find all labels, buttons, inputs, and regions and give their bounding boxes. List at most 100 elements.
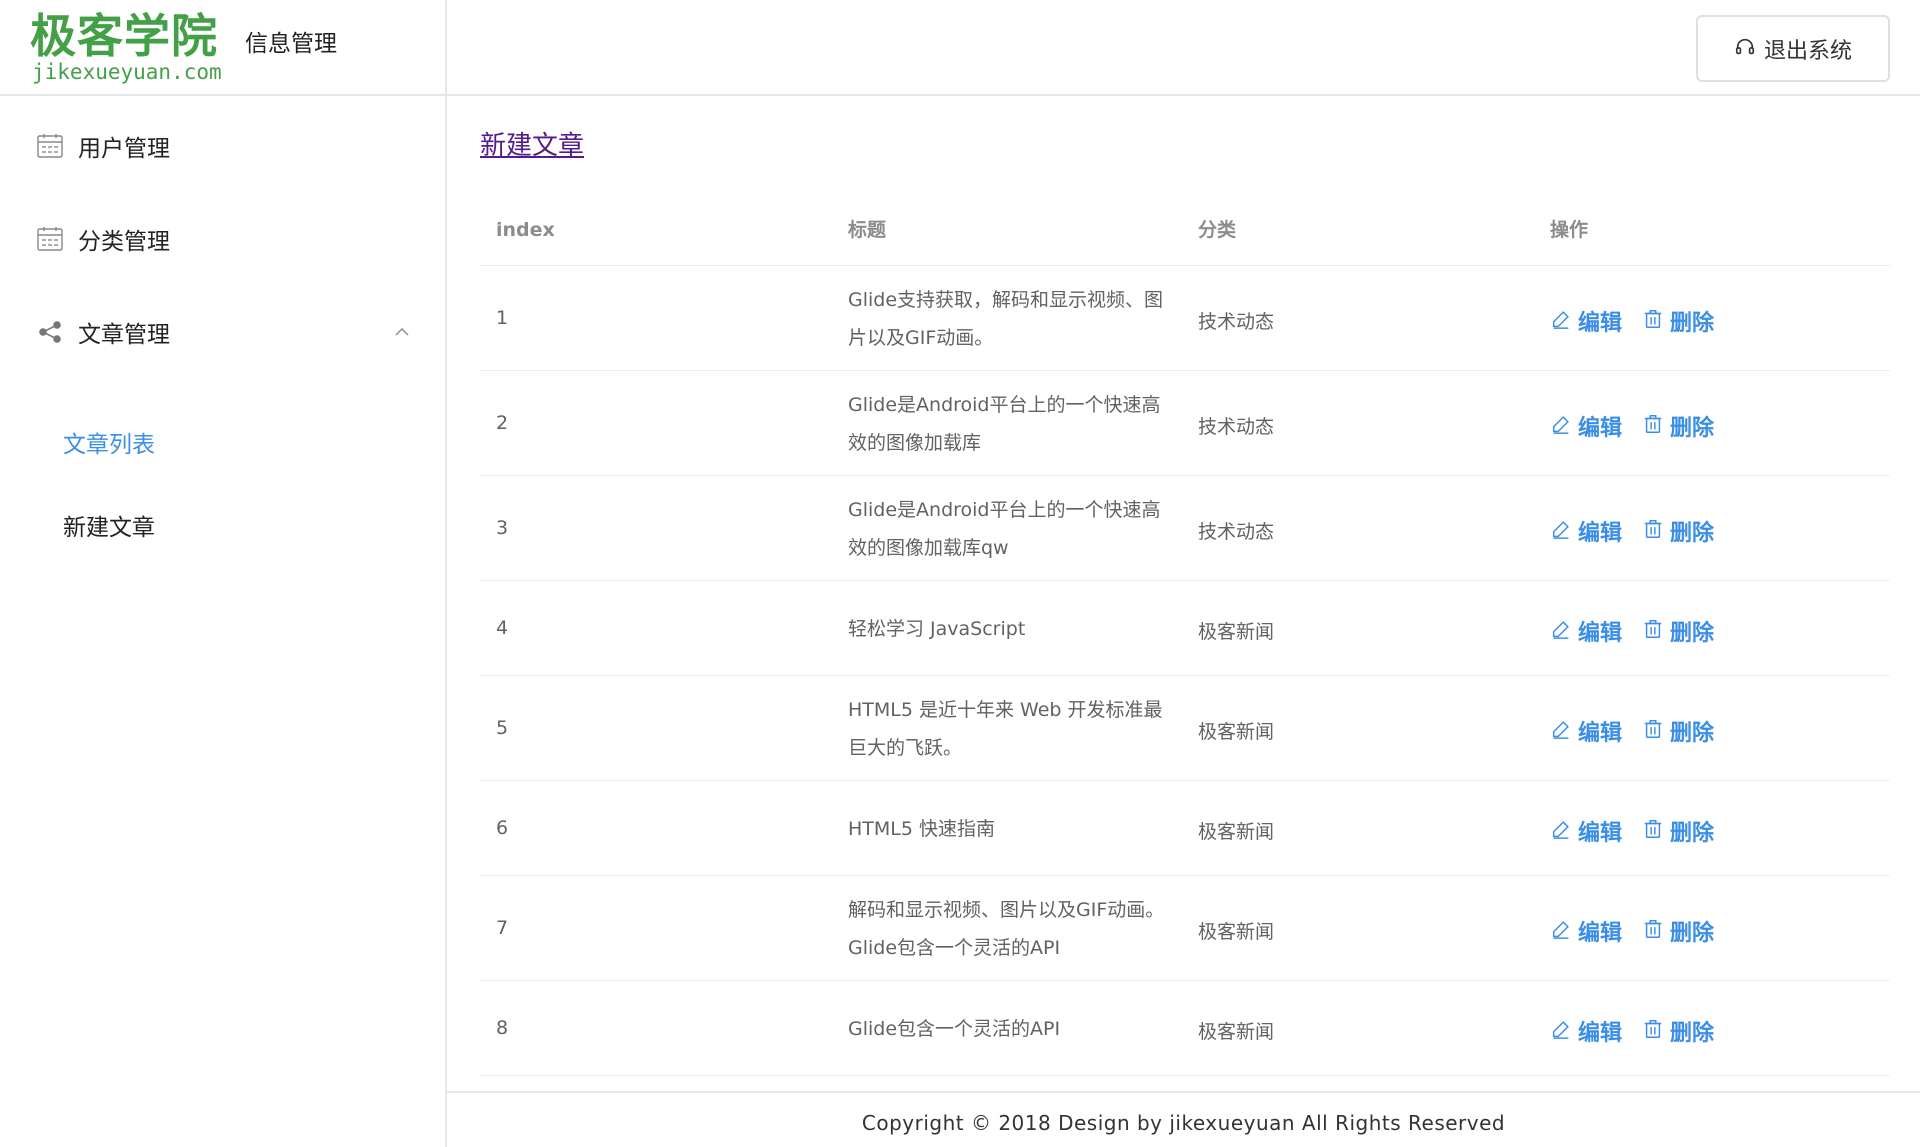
- cell-title: Glide包含一个灵活的API: [848, 991, 1168, 1067]
- edit-label: 编辑: [1578, 720, 1623, 746]
- table-row: 4 轻松学习 JavaScript 极客新闻 编辑 删除: [480, 581, 1890, 676]
- trash-icon: [1642, 818, 1664, 844]
- sidebar-item-users[interactable]: 用户管理: [0, 106, 445, 186]
- row-actions: 编辑 删除: [1550, 715, 1734, 747]
- table-row: 8 Glide包含一个灵活的API 极客新闻 编辑 删除: [480, 981, 1890, 1076]
- edit-label: 编辑: [1578, 520, 1623, 546]
- cell-title: 轻松学习 JavaScript: [848, 591, 1168, 667]
- cell-index: 4: [496, 616, 509, 639]
- sidebar-subitem-article-list[interactable]: 文章列表: [0, 407, 445, 477]
- table-body: 1 Glide支持获取，解码和显示视频、图片以及GIF动画。 技术动态 编辑 删除 2 Gl…: [480, 266, 1890, 1076]
- edit-button[interactable]: 编辑: [1550, 715, 1622, 747]
- column-header-title: 标题: [848, 219, 887, 241]
- edit-icon: [1550, 1018, 1572, 1044]
- delete-button[interactable]: 删除: [1642, 515, 1714, 547]
- row-actions: 编辑 删除: [1550, 305, 1734, 337]
- calendar-icon: [37, 227, 63, 251]
- edit-icon: [1550, 413, 1572, 439]
- delete-button[interactable]: 删除: [1642, 715, 1714, 747]
- app-title: 信息管理: [245, 31, 337, 57]
- sidebar-subitem-new-article[interactable]: 新建文章: [0, 490, 445, 560]
- column-header-index: index: [496, 219, 555, 241]
- cell-index: 2: [496, 411, 509, 434]
- cell-title-text: Glide支持获取，解码和显示视频、图片以及GIF动画。: [848, 288, 1164, 349]
- sidebar-item-label: 用户管理: [78, 136, 170, 162]
- headset-icon: [1734, 36, 1756, 62]
- delete-label: 删除: [1670, 1020, 1715, 1046]
- logo[interactable]: 极客学院 jikexueyuan.com: [30, 10, 222, 84]
- copyright-text: Copyright © 2018 Design by jikexueyuan A…: [861, 1111, 1506, 1135]
- edit-button[interactable]: 编辑: [1550, 1015, 1622, 1047]
- sidebar: 用户管理 分类管理 文章管理 文章列表 新建文章: [0, 96, 447, 1147]
- edit-label: 编辑: [1578, 820, 1623, 846]
- edit-button[interactable]: 编辑: [1550, 915, 1622, 947]
- edit-icon: [1550, 518, 1572, 544]
- top-header: 极客学院 jikexueyuan.com 信息管理 退出系统: [0, 0, 1920, 96]
- cell-title-text: HTML5 快速指南: [848, 817, 995, 840]
- column-header-category: 分类: [1198, 219, 1237, 241]
- cell-title-text: 解码和显示视频、图片以及GIF动画。Glide包含一个灵活的API: [848, 898, 1165, 959]
- cell-title-text: Glide是Android平台上的一个快速高效的图像加载库qw: [848, 498, 1161, 559]
- sidebar-subitem-label: 文章列表: [63, 432, 155, 458]
- edit-icon: [1550, 618, 1572, 644]
- articles-table: index 标题 分类 操作 1 Glide支持获取，解码和显示视频、图片以及GI…: [480, 216, 1890, 1076]
- edit-button[interactable]: 编辑: [1550, 410, 1622, 442]
- row-actions: 编辑 删除: [1550, 410, 1734, 442]
- delete-label: 删除: [1670, 415, 1715, 441]
- delete-label: 删除: [1670, 820, 1715, 846]
- delete-label: 删除: [1670, 620, 1715, 646]
- header-divider: [445, 0, 447, 96]
- edit-button[interactable]: 编辑: [1550, 305, 1622, 337]
- cell-title-text: HTML5 是近十年来 Web 开发标准最巨大的飞跃。: [848, 698, 1163, 759]
- edit-button[interactable]: 编辑: [1550, 515, 1622, 547]
- delete-button[interactable]: 删除: [1642, 815, 1714, 847]
- table-row: 5 HTML5 是近十年来 Web 开发标准最巨大的飞跃。 极客新闻 编辑 删除: [480, 676, 1890, 781]
- row-actions: 编辑 删除: [1550, 1015, 1734, 1047]
- row-actions: 编辑 删除: [1550, 915, 1734, 947]
- cell-index: 5: [496, 716, 509, 739]
- table-header: index 标题 分类 操作: [480, 216, 1890, 266]
- edit-label: 编辑: [1578, 920, 1623, 946]
- delete-label: 删除: [1670, 310, 1715, 336]
- sidebar-item-label: 分类管理: [78, 229, 170, 255]
- delete-button[interactable]: 删除: [1642, 305, 1714, 337]
- table-row: 1 Glide支持获取，解码和显示视频、图片以及GIF动画。 技术动态 编辑 删除: [480, 266, 1890, 371]
- table-row: 6 HTML5 快速指南 极客新闻 编辑 删除: [480, 781, 1890, 876]
- delete-button[interactable]: 删除: [1642, 1015, 1714, 1047]
- edit-icon: [1550, 818, 1572, 844]
- sidebar-subitem-label: 新建文章: [63, 515, 155, 541]
- row-actions: 编辑 删除: [1550, 815, 1734, 847]
- cell-category: 技术动态: [1198, 310, 1275, 333]
- trash-icon: [1642, 308, 1664, 334]
- edit-icon: [1550, 308, 1572, 334]
- sidebar-item-label: 文章管理: [78, 322, 170, 348]
- cell-title: 解码和显示视频、图片以及GIF动画。Glide包含一个灵活的API: [848, 891, 1168, 967]
- cell-category: 极客新闻: [1198, 720, 1275, 743]
- logout-button[interactable]: 退出系统: [1696, 15, 1890, 82]
- cell-title: HTML5 是近十年来 Web 开发标准最巨大的飞跃。: [848, 691, 1168, 767]
- sidebar-item-articles[interactable]: 文章管理: [0, 292, 445, 372]
- chevron-up-icon[interactable]: [390, 320, 414, 344]
- delete-button[interactable]: 删除: [1642, 410, 1714, 442]
- sidebar-item-categories[interactable]: 分类管理: [0, 199, 445, 279]
- trash-icon: [1642, 413, 1664, 439]
- trash-icon: [1642, 618, 1664, 644]
- row-actions: 编辑 删除: [1550, 515, 1734, 547]
- cell-category: 技术动态: [1198, 520, 1275, 543]
- delete-button[interactable]: 删除: [1642, 915, 1714, 947]
- cell-category: 极客新闻: [1198, 920, 1275, 943]
- delete-button[interactable]: 删除: [1642, 615, 1714, 647]
- edit-icon: [1550, 718, 1572, 744]
- cell-category: 技术动态: [1198, 415, 1275, 438]
- trash-icon: [1642, 918, 1664, 944]
- edit-label: 编辑: [1578, 1020, 1623, 1046]
- delete-label: 删除: [1670, 520, 1715, 546]
- row-actions: 编辑 删除: [1550, 615, 1734, 647]
- cell-index: 8: [496, 1016, 509, 1039]
- new-article-link[interactable]: 新建文章: [480, 130, 584, 162]
- edit-button[interactable]: 编辑: [1550, 615, 1622, 647]
- cell-index: 6: [496, 816, 509, 839]
- edit-label: 编辑: [1578, 620, 1623, 646]
- cell-category: 极客新闻: [1198, 820, 1275, 843]
- edit-button[interactable]: 编辑: [1550, 815, 1622, 847]
